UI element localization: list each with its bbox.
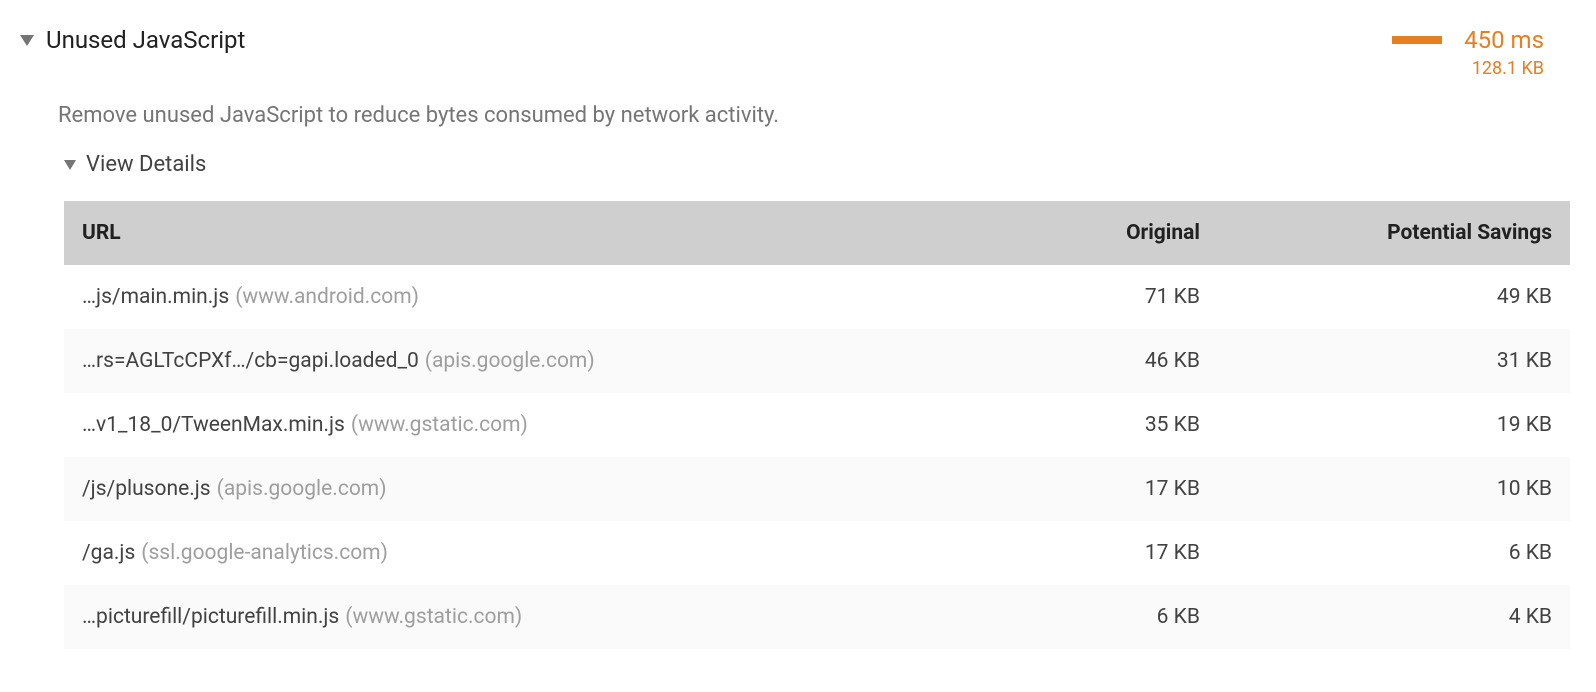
- audit-header-left: Unused JavaScript: [20, 26, 245, 54]
- table-row[interactable]: …picturefill/picturefill.min.js(www.gsta…: [64, 585, 1570, 649]
- original-cell: 35 KB: [1025, 393, 1218, 457]
- url-path: …js/main.min.js: [82, 285, 229, 309]
- savings-cell: 19 KB: [1218, 393, 1570, 457]
- column-header-original[interactable]: Original: [1025, 201, 1218, 265]
- audit-header[interactable]: Unused JavaScript 450 ms 128.1 KB: [20, 20, 1576, 85]
- table-row[interactable]: /ga.js(ssl.google-analytics.com)17 KB6 K…: [64, 521, 1570, 585]
- savings-cell: 49 KB: [1218, 265, 1570, 329]
- details-table: URL Original Potential Savings …js/main.…: [64, 201, 1570, 649]
- savings-cell: 31 KB: [1218, 329, 1570, 393]
- url-host: (apis.google.com): [425, 349, 595, 373]
- url-host: (ssl.google-analytics.com): [141, 541, 388, 565]
- table-header-row: URL Original Potential Savings: [64, 201, 1570, 265]
- original-cell: 71 KB: [1025, 265, 1218, 329]
- url-path: /js/plusone.js: [82, 477, 211, 501]
- original-cell: 17 KB: [1025, 457, 1218, 521]
- url-host: (www.android.com): [235, 285, 419, 309]
- url-host: (apis.google.com): [217, 477, 387, 501]
- url-cell: …v1_18_0/TweenMax.min.js(www.gstatic.com…: [64, 393, 1025, 457]
- table-row[interactable]: …v1_18_0/TweenMax.min.js(www.gstatic.com…: [64, 393, 1570, 457]
- audit-header-right: 450 ms 128.1 KB: [1392, 26, 1544, 79]
- url-cell: …picturefill/picturefill.min.js(www.gsta…: [64, 585, 1025, 649]
- table-row[interactable]: …rs=AGLTcCPXf…/cb=gapi.loaded_0(apis.goo…: [64, 329, 1570, 393]
- url-path: …v1_18_0/TweenMax.min.js: [82, 413, 345, 437]
- audit-title: Unused JavaScript: [46, 26, 245, 54]
- url-cell: /js/plusone.js(apis.google.com): [64, 457, 1025, 521]
- chevron-down-icon: [20, 35, 34, 46]
- savings-cell: 6 KB: [1218, 521, 1570, 585]
- original-cell: 46 KB: [1025, 329, 1218, 393]
- table-row[interactable]: /js/plusone.js(apis.google.com)17 KB10 K…: [64, 457, 1570, 521]
- time-value: 450 ms: [1464, 26, 1544, 54]
- audit-metrics-top: 450 ms: [1392, 26, 1544, 54]
- url-path: …rs=AGLTcCPXf…/cb=gapi.loaded_0: [82, 349, 419, 373]
- audit-description: Remove unused JavaScript to reduce bytes…: [58, 85, 1576, 138]
- original-cell: 17 KB: [1025, 521, 1218, 585]
- details-table-wrap: URL Original Potential Savings …js/main.…: [58, 191, 1576, 649]
- size-value: 128.1 KB: [1472, 58, 1544, 79]
- original-cell: 6 KB: [1025, 585, 1218, 649]
- view-details-toggle[interactable]: View Details: [58, 138, 1576, 191]
- savings-cell: 4 KB: [1218, 585, 1570, 649]
- url-path: …picturefill/picturefill.min.js: [82, 605, 339, 629]
- chevron-down-icon: [64, 160, 76, 170]
- url-cell: …js/main.min.js(www.android.com): [64, 265, 1025, 329]
- url-cell: …rs=AGLTcCPXf…/cb=gapi.loaded_0(apis.goo…: [64, 329, 1025, 393]
- url-host: (www.gstatic.com): [345, 605, 522, 629]
- savings-cell: 10 KB: [1218, 457, 1570, 521]
- url-host: (www.gstatic.com): [351, 413, 528, 437]
- url-cell: /ga.js(ssl.google-analytics.com): [64, 521, 1025, 585]
- audit-body: Remove unused JavaScript to reduce bytes…: [20, 85, 1576, 649]
- column-header-savings[interactable]: Potential Savings: [1218, 201, 1570, 265]
- column-header-url[interactable]: URL: [64, 201, 1025, 265]
- table-row[interactable]: …js/main.min.js(www.android.com)71 KB49 …: [64, 265, 1570, 329]
- severity-bar-icon: [1392, 36, 1442, 44]
- view-details-label: View Details: [86, 152, 206, 177]
- audit-section: Unused JavaScript 450 ms 128.1 KB Remove…: [0, 20, 1596, 649]
- url-path: /ga.js: [82, 541, 135, 565]
